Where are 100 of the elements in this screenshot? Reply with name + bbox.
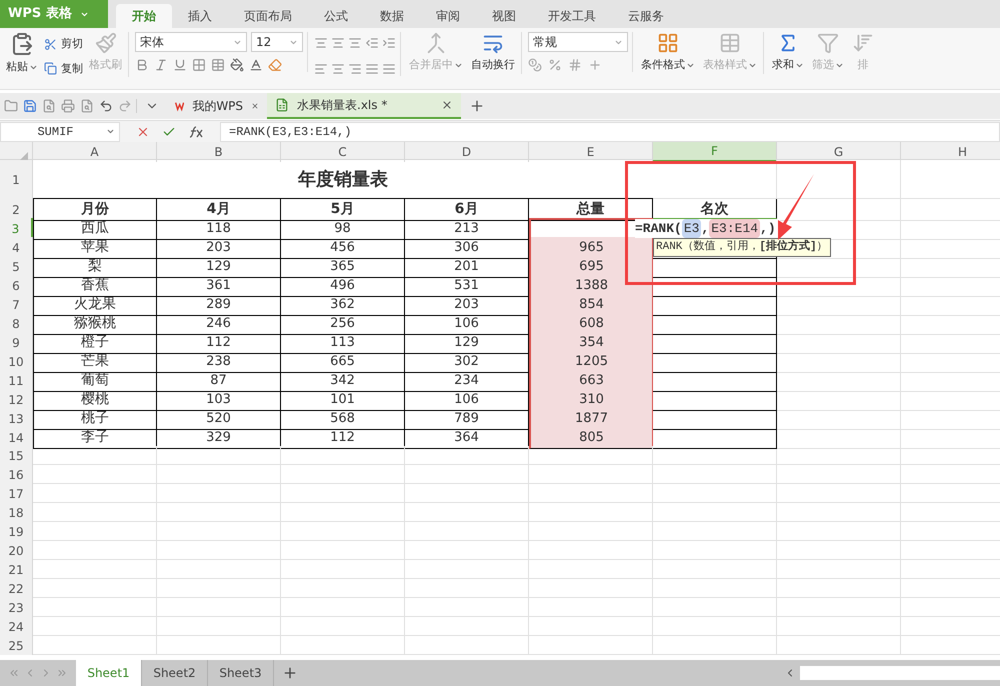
rank-cell[interactable]	[653, 427, 777, 449]
rank-cell[interactable]	[653, 275, 777, 297]
tab-label: 我的WPS	[192, 98, 244, 115]
formula-text: =RANK(	[635, 220, 682, 238]
close-icon[interactable]	[441, 99, 453, 111]
number-cell: 101	[281, 389, 405, 411]
align-top-button[interactable]	[314, 36, 328, 50]
number-format-field[interactable]: 常规	[528, 32, 628, 52]
distribute-button[interactable]	[382, 62, 396, 76]
row-header[interactable]: 24	[0, 617, 33, 636]
row-header[interactable]: 1	[0, 160, 33, 199]
function-icon[interactable]	[188, 126, 204, 138]
sheet-tab[interactable]: Sheet1	[76, 660, 142, 686]
ribbon-tab[interactable]: 开发工具	[532, 4, 612, 28]
paste-button[interactable]: 粘贴	[4, 32, 40, 77]
row-header[interactable]: 15	[0, 446, 33, 465]
wrap-text-button[interactable]: 自动换行	[469, 32, 517, 74]
fruit-cell: 西瓜	[33, 218, 157, 240]
document-tab[interactable]: 水果销量表.xls *	[267, 93, 461, 119]
row-header[interactable]: 18	[0, 503, 33, 522]
open-icon[interactable]	[4, 99, 18, 113]
ribbon-tab[interactable]: 云服务	[612, 4, 680, 28]
rank-cell[interactable]	[653, 408, 777, 430]
column-header[interactable]: B	[157, 142, 281, 162]
column-header[interactable]: C	[281, 142, 405, 162]
underline-button[interactable]	[173, 58, 187, 72]
redo-icon[interactable]	[118, 99, 132, 113]
print-icon[interactable]	[61, 99, 75, 113]
increase-decimal-button[interactable]	[588, 58, 602, 72]
borders-button[interactable]	[192, 58, 206, 72]
thousands-button[interactable]	[568, 58, 582, 72]
add-sheet-icon[interactable]	[282, 665, 298, 681]
sheet-tab[interactable]: Sheet2	[142, 660, 208, 686]
font-color-button[interactable]	[249, 58, 263, 72]
rank-cell[interactable]	[653, 294, 777, 316]
copy-button[interactable]: 复制	[44, 60, 83, 77]
number-cell: 112	[281, 427, 405, 449]
align-bottom-button[interactable]	[348, 36, 362, 50]
indent-decrease-button[interactable]	[365, 36, 379, 50]
style-button[interactable]: 条件格式	[639, 32, 697, 74]
preview-icon[interactable]	[80, 99, 94, 113]
row-header[interactable]: 21	[0, 560, 33, 579]
fill-color-button[interactable]	[230, 58, 244, 72]
column-header[interactable]: D	[405, 142, 529, 162]
indent-increase-button[interactable]	[382, 36, 396, 50]
save-icon[interactable]	[23, 99, 37, 113]
row-header[interactable]: 20	[0, 541, 33, 560]
currency-button[interactable]	[528, 58, 542, 72]
column-header[interactable]: G	[777, 142, 901, 162]
rank-cell[interactable]	[653, 370, 777, 392]
row-header[interactable]: 17	[0, 484, 33, 503]
align-middle-button[interactable]	[331, 36, 345, 50]
row-header[interactable]: 16	[0, 465, 33, 484]
percent-button[interactable]	[548, 58, 562, 72]
ribbon-tab[interactable]: 开始	[116, 4, 172, 28]
cell-grid-button[interactable]	[211, 58, 225, 72]
export-icon[interactable]	[42, 99, 56, 113]
rank-cell[interactable]	[653, 389, 777, 411]
number-cell: 103	[157, 389, 281, 411]
ribbon-tab[interactable]: 数据	[364, 4, 420, 28]
fruit-cell: 猕猴桃	[33, 313, 157, 335]
align-center-button[interactable]	[331, 62, 345, 76]
fruit-cell: 葡萄	[33, 370, 157, 392]
number-cell: 329	[157, 427, 281, 449]
font-name-field[interactable]: 宋体	[135, 32, 247, 52]
ribbon-tab[interactable]: 公式	[308, 4, 364, 28]
justify-button[interactable]	[365, 62, 379, 76]
sheet-tab[interactable]: Sheet3	[208, 660, 274, 686]
clear-button[interactable]	[268, 58, 282, 72]
ribbon-tab[interactable]: 审阅	[420, 4, 476, 28]
align-left-button[interactable]	[314, 62, 328, 76]
document-tab[interactable]: 我的WPS	[167, 93, 267, 119]
bold-button[interactable]	[135, 58, 149, 72]
rank-cell[interactable]	[653, 332, 777, 354]
row-header[interactable]: 25	[0, 636, 33, 655]
formula-field[interactable]: =RANK(E3,E3:E14,)	[220, 122, 1000, 142]
ribbon-tab[interactable]: 页面布局	[228, 4, 308, 28]
new-tab-icon[interactable]	[469, 98, 485, 114]
ribbon-tab[interactable]: 插入	[172, 4, 228, 28]
horizontal-scrollbar[interactable]	[800, 666, 1000, 680]
rank-cell[interactable]	[653, 351, 777, 373]
name-box[interactable]: SUMIF	[0, 122, 120, 142]
column-title-cell: 5月	[281, 199, 405, 221]
number-cell: 118	[157, 218, 281, 240]
sum-button[interactable]: 求和	[770, 32, 806, 74]
column-header[interactable]: H	[901, 142, 1000, 162]
ribbon-tab[interactable]: 视图	[476, 4, 532, 28]
italic-button[interactable]	[154, 58, 168, 72]
undo-icon[interactable]	[99, 99, 113, 113]
first-sheet-icon[interactable]	[8, 667, 20, 679]
rank-cell[interactable]	[653, 313, 777, 335]
rank-cell[interactable]	[653, 256, 777, 278]
row-header[interactable]: 23	[0, 598, 33, 617]
column-header[interactable]: F	[653, 142, 777, 162]
font-size-field[interactable]: 12	[251, 32, 303, 52]
last-sheet-icon[interactable]	[56, 667, 68, 679]
align-right-button[interactable]	[348, 62, 362, 76]
row-header[interactable]: 19	[0, 522, 33, 541]
row-header[interactable]: 22	[0, 579, 33, 598]
cut-button[interactable]: 剪切	[44, 36, 83, 52]
